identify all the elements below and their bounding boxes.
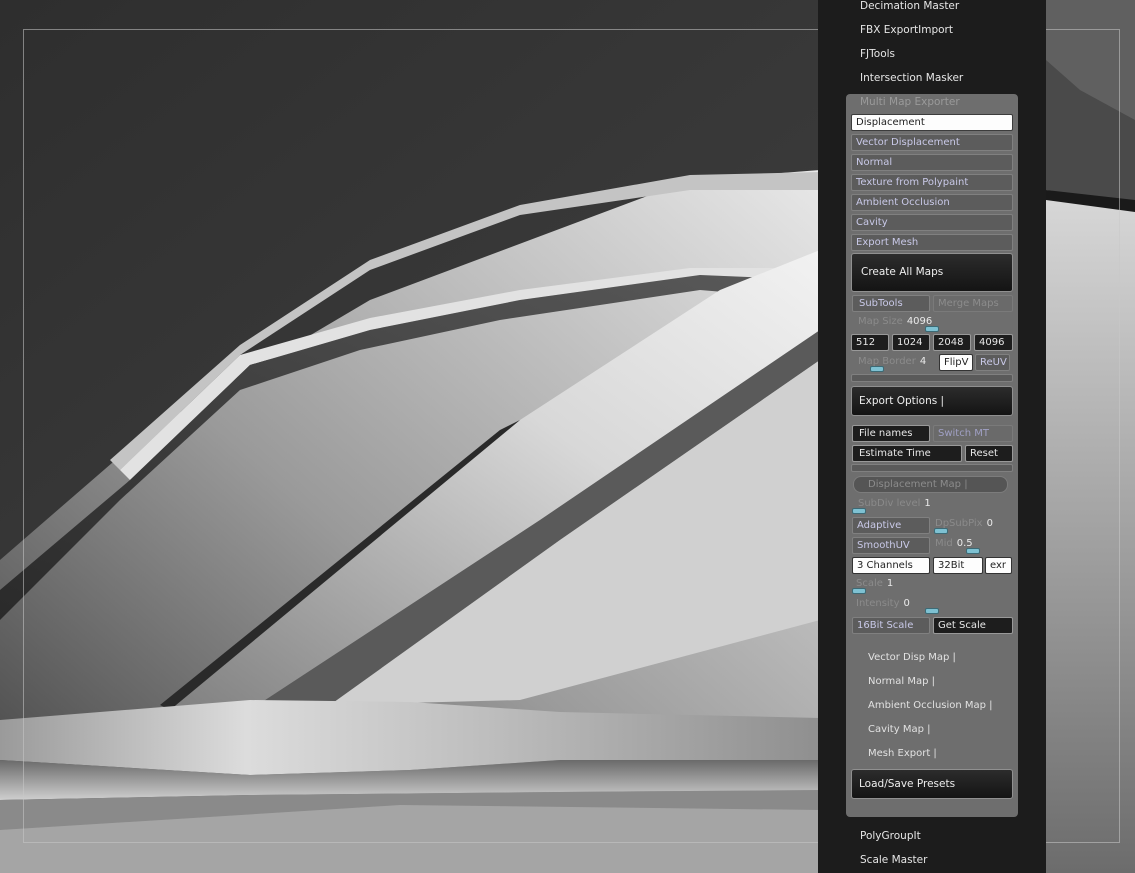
dpsubpix-slider-knob[interactable] [934,528,948,534]
subdiv-level-value: 1 [924,498,931,509]
menu-item-scale-master[interactable]: Scale Master [860,854,927,866]
16bit-scale-button[interactable]: 16Bit Scale [852,617,930,634]
size-2048-button[interactable]: 2048 [933,334,971,351]
map-size-slider-knob[interactable] [925,326,939,332]
menu-item-fbx-exportimport[interactable]: FBX ExportImport [860,24,953,36]
get-scale-button[interactable]: Get Scale [933,617,1013,634]
ambient-occlusion-button[interactable]: Ambient Occlusion [851,194,1013,211]
normal-map-section[interactable]: Normal Map | [868,676,935,687]
mid-slider-knob[interactable] [966,548,980,554]
map-border-slider-knob[interactable] [870,366,884,372]
displacement-button[interactable]: Displacement [851,114,1013,131]
normal-button[interactable]: Normal [851,154,1013,171]
mid-label: Mid [935,538,953,549]
subtools-button[interactable]: SubTools [852,295,930,312]
scale-slider-knob[interactable] [852,588,866,594]
reset-button[interactable]: Reset [965,445,1013,462]
size-1024-button[interactable]: 1024 [892,334,930,351]
menu-item-decimation-master[interactable]: Decimation Master [860,0,959,12]
intensity-value: 0 [903,598,910,609]
mesh-export-section[interactable]: Mesh Export | [868,748,937,759]
intensity-slider-knob[interactable] [925,608,939,614]
map-border-slider[interactable]: Map Border 4 [858,356,926,367]
create-all-maps-button[interactable]: Create All Maps [851,253,1013,292]
export-options-button[interactable]: Export Options | [851,386,1013,416]
menu-item-fjtools[interactable]: FJTools [860,48,895,60]
export-mesh-button[interactable]: Export Mesh [851,234,1013,251]
map-size-slider[interactable]: Map Size 4096 [858,316,932,327]
subdiv-level-label: SubDiv level [858,498,921,509]
ambient-occlusion-map-section[interactable]: Ambient Occlusion Map | [868,700,993,711]
displacement-map-header[interactable]: Displacement Map | [853,476,1008,493]
map-border-value: 4 [919,356,927,367]
texture-from-polypaint-button[interactable]: Texture from Polypaint [851,174,1013,191]
cavity-button[interactable]: Cavity [851,214,1013,231]
map-size-label: Map Size [858,316,903,327]
vector-displacement-button[interactable]: Vector Displacement [851,134,1013,151]
smoothuv-button[interactable]: SmoothUV [852,537,930,554]
multi-map-exporter-title[interactable]: Multi Map Exporter [860,96,960,108]
size-512-button[interactable]: 512 [851,334,889,351]
intensity-slider[interactable]: Intensity 0 [856,598,910,609]
menu-item-intersection-masker[interactable]: Intersection Masker [860,72,963,84]
merge-maps-button[interactable]: Merge Maps [933,295,1013,312]
divider-bar [851,374,1013,382]
map-border-label: Map Border [858,356,916,367]
flipv-button[interactable]: FlipV [939,354,973,371]
divider-bar [851,464,1013,472]
load-save-presets-button[interactable]: Load/Save Presets [851,769,1013,799]
vector-disp-map-section[interactable]: Vector Disp Map | [868,652,956,663]
file-names-button[interactable]: File names [852,425,930,442]
channels-button[interactable]: 3 Channels [852,557,930,574]
switch-mt-button[interactable]: Switch MT [933,425,1013,442]
subdiv-level-slider[interactable]: SubDiv level 1 [858,498,931,509]
subdiv-level-slider-knob[interactable] [852,508,866,514]
intensity-label: Intensity [856,598,900,609]
scale-value: 1 [886,578,894,589]
cavity-map-section[interactable]: Cavity Map | [868,724,930,735]
estimate-time-button[interactable]: Estimate Time [852,445,962,462]
size-4096-button[interactable]: 4096 [974,334,1013,351]
reuv-button[interactable]: ReUV [975,354,1010,371]
dpsubpix-value: 0 [986,518,993,529]
menu-item-polygroupit[interactable]: PolyGroupIt [860,830,921,842]
format-button[interactable]: exr [985,557,1012,574]
adaptive-button[interactable]: Adaptive [852,517,930,534]
bit-depth-button[interactable]: 32Bit [933,557,983,574]
